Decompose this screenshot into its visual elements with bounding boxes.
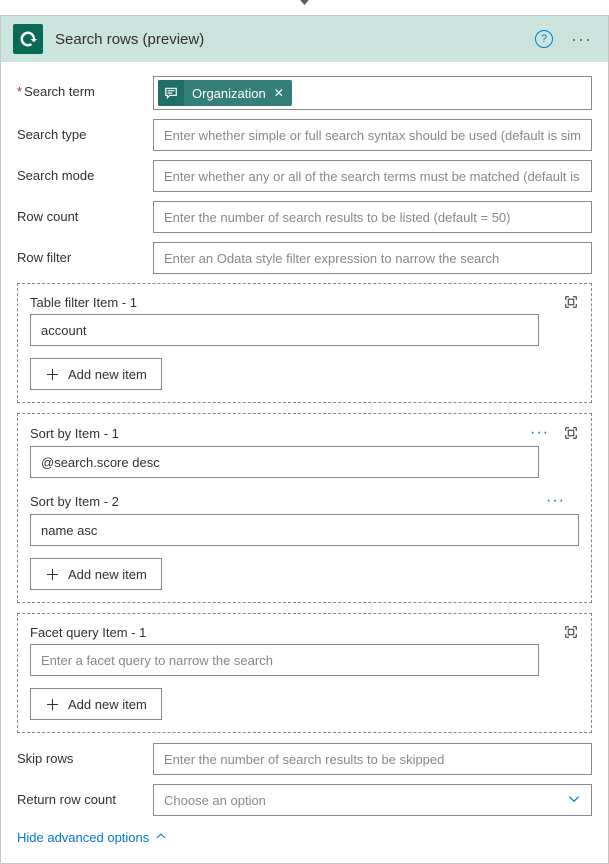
plus-icon: ＋ — [45, 364, 60, 385]
sort-by-item-1-input[interactable] — [30, 446, 539, 478]
add-new-item-button[interactable]: ＋Add new item — [30, 688, 162, 720]
connector-icon — [13, 24, 43, 54]
label-search-term: *Search term — [17, 76, 153, 99]
card-header[interactable]: Search rows (preview) ? ··· — [1, 16, 608, 62]
facet-query-item-1-label: Facet query Item - 1 — [30, 625, 146, 640]
focus-mode-icon[interactable] — [563, 294, 579, 310]
action-card: Search rows (preview) ? ··· *Search term… — [0, 15, 609, 864]
group-sort-by: Sort by Item - 1 ··· Sort by Item - 2 ··… — [17, 413, 592, 603]
card-body: *Search term Organization ✕ Search type — [1, 62, 608, 863]
row-count-input[interactable] — [153, 201, 592, 233]
sort-by-item-2-label: Sort by Item - 2 — [30, 494, 119, 509]
chevron-up-icon — [155, 830, 167, 845]
label-row-count: Row count — [17, 201, 153, 224]
chevron-down-icon — [567, 792, 581, 809]
add-new-item-button[interactable]: ＋Add new item — [30, 558, 162, 590]
label-search-mode: Search mode — [17, 160, 153, 183]
token-organization[interactable]: Organization ✕ — [158, 80, 292, 106]
row-filter-input[interactable] — [153, 242, 592, 274]
field-row-count: Row count — [17, 201, 592, 233]
label-search-type: Search type — [17, 119, 153, 142]
search-term-input[interactable]: Organization ✕ — [153, 76, 592, 110]
field-search-mode: Search mode — [17, 160, 592, 192]
table-filter-item-1-input[interactable] — [30, 314, 539, 346]
field-return-row-count: Return row count Choose an option — [17, 784, 592, 816]
token-label: Organization — [184, 86, 274, 101]
skip-rows-input[interactable] — [153, 743, 592, 775]
item-more-icon[interactable]: ··· — [544, 492, 567, 510]
field-skip-rows: Skip rows — [17, 743, 592, 775]
table-filter-item-1-label: Table filter Item - 1 — [30, 295, 137, 310]
group-table-filter: Table filter Item - 1 ＋Add new item — [17, 283, 592, 403]
facet-query-item-1-input[interactable] — [30, 644, 539, 676]
help-icon[interactable]: ? — [535, 30, 553, 48]
message-icon — [158, 80, 184, 106]
focus-mode-icon[interactable] — [563, 425, 579, 441]
token-remove-icon[interactable]: ✕ — [274, 86, 292, 100]
plus-icon: ＋ — [45, 564, 60, 585]
field-search-term: *Search term Organization ✕ — [17, 76, 592, 110]
sort-by-item-1-label: Sort by Item - 1 — [30, 426, 119, 441]
field-row-filter: Row filter — [17, 242, 592, 274]
group-facet-query: Facet query Item - 1 ＋Add new item — [17, 613, 592, 733]
more-icon[interactable]: ··· — [567, 29, 596, 50]
label-row-filter: Row filter — [17, 242, 153, 265]
plus-icon: ＋ — [45, 694, 60, 715]
search-type-input[interactable] — [153, 119, 592, 151]
card-title: Search rows (preview) — [55, 31, 535, 48]
focus-mode-icon[interactable] — [563, 624, 579, 640]
hide-advanced-options-link[interactable]: Hide advanced options — [17, 830, 167, 845]
label-skip-rows: Skip rows — [17, 743, 153, 766]
top-arrow-icon — [0, 0, 609, 8]
add-new-item-button[interactable]: ＋Add new item — [30, 358, 162, 390]
label-return-row-count: Return row count — [17, 784, 153, 807]
sort-by-item-2-input[interactable] — [30, 514, 579, 546]
item-more-icon[interactable]: ··· — [528, 424, 551, 442]
return-row-count-select[interactable]: Choose an option — [153, 784, 592, 816]
select-placeholder: Choose an option — [164, 793, 266, 808]
search-mode-input[interactable] — [153, 160, 592, 192]
field-search-type: Search type — [17, 119, 592, 151]
